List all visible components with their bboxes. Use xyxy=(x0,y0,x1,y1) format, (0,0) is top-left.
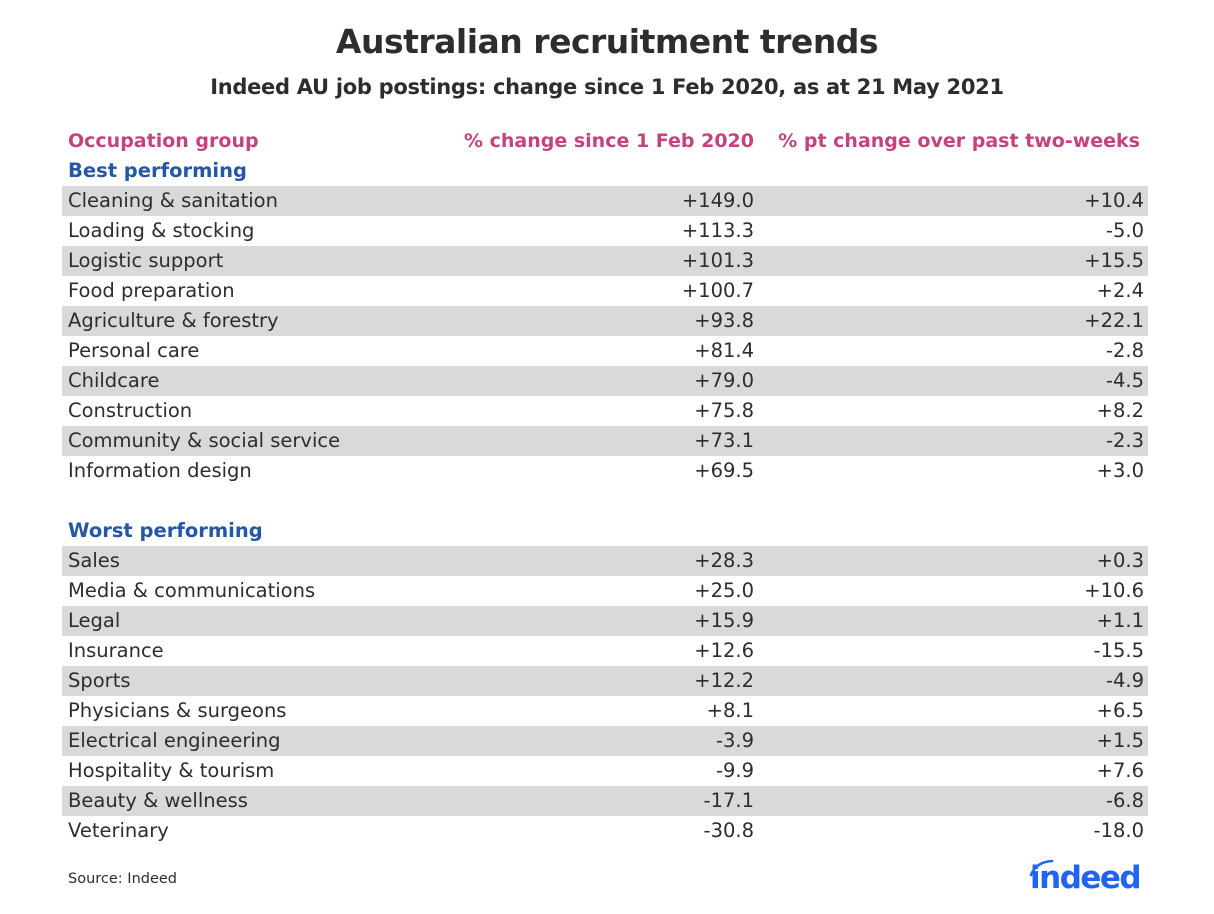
column-header-occupation: Occupation group xyxy=(68,130,259,152)
pt-change-two-weeks-value: -2.3 xyxy=(1105,429,1144,452)
pt-change-two-weeks-value: +22.1 xyxy=(1084,309,1144,332)
change-since-feb-value: +113.3 xyxy=(681,219,754,242)
pt-change-two-weeks-value: +2.4 xyxy=(1096,279,1144,302)
occupation-name: Community & social service xyxy=(68,429,341,452)
table-row: Community & social service +73.1 -2.3 xyxy=(62,426,1148,456)
table-row: Logistic support +101.3 +15.5 xyxy=(62,246,1148,276)
table-row: Sales +28.3 +0.3 xyxy=(62,546,1148,576)
column-header-change-since-feb: % change since 1 Feb 2020 xyxy=(463,130,754,152)
pt-change-two-weeks-value: +3.0 xyxy=(1096,459,1144,482)
pt-change-two-weeks-value: +8.2 xyxy=(1096,399,1144,422)
change-since-feb-value: +25.0 xyxy=(694,579,754,602)
occupation-name: Sales xyxy=(68,549,120,572)
occupation-name: Loading & stocking xyxy=(68,219,255,242)
table-row: Physicians & surgeons +8.1 +6.5 xyxy=(62,696,1148,726)
change-since-feb-value: +12.6 xyxy=(694,639,754,662)
change-since-feb-value: +93.8 xyxy=(694,309,754,332)
column-header-pt-change-two-weeks: % pt change over past two-weeks xyxy=(778,130,1140,152)
occupation-name: Physicians & surgeons xyxy=(68,699,287,722)
table-row: Hospitality & tourism -9.9 +7.6 xyxy=(62,756,1148,786)
occupation-name: Food preparation xyxy=(68,279,235,302)
occupation-name: Sports xyxy=(68,669,131,692)
change-since-feb-value: +12.2 xyxy=(694,669,754,692)
change-since-feb-value: -30.8 xyxy=(703,819,754,842)
pt-change-two-weeks-value: -5.0 xyxy=(1105,219,1144,242)
occupation-name: Media & communications xyxy=(68,579,316,602)
change-since-feb-value: -3.9 xyxy=(715,729,754,752)
change-since-feb-value: +81.4 xyxy=(694,339,754,362)
section-label: Best performing xyxy=(68,159,247,182)
change-since-feb-value: -9.9 xyxy=(715,759,754,782)
section-heading-worst: Worst performing xyxy=(62,516,1148,546)
table-row: Veterinary -30.8 -18.0 xyxy=(62,816,1148,846)
pt-change-two-weeks-value: -6.8 xyxy=(1105,789,1144,812)
occupation-name: Legal xyxy=(68,609,121,632)
source-note: Source: Indeed xyxy=(68,871,178,887)
change-since-feb-value: +28.3 xyxy=(694,549,754,572)
occupation-name: Childcare xyxy=(68,369,160,392)
table-row: Childcare +79.0 -4.5 xyxy=(62,366,1148,396)
change-since-feb-value: +75.8 xyxy=(694,399,754,422)
indeed-logo-text: indeed xyxy=(1030,860,1142,896)
change-since-feb-value: +69.5 xyxy=(694,459,754,482)
change-since-feb-value: -17.1 xyxy=(703,789,754,812)
section-label: Worst performing xyxy=(68,519,263,542)
pt-change-two-weeks-value: -4.5 xyxy=(1105,369,1144,392)
occupation-name: Construction xyxy=(68,399,193,422)
table-row: Loading & stocking +113.3 -5.0 xyxy=(62,216,1148,246)
chart-title: Australian recruitment trends xyxy=(335,22,879,61)
occupation-name: Agriculture & forestry xyxy=(68,309,279,332)
pt-change-two-weeks-value: +10.4 xyxy=(1084,189,1144,212)
occupation-name: Electrical engineering xyxy=(68,729,281,752)
pt-change-two-weeks-value: +1.1 xyxy=(1096,609,1144,632)
occupation-name: Hospitality & tourism xyxy=(68,759,275,782)
table-row: Legal +15.9 +1.1 xyxy=(62,606,1148,636)
pt-change-two-weeks-value: +0.3 xyxy=(1096,549,1144,572)
change-since-feb-value: +100.7 xyxy=(681,279,754,302)
change-since-feb-value: +15.9 xyxy=(694,609,754,632)
pt-change-two-weeks-value: +6.5 xyxy=(1096,699,1144,722)
occupation-name: Information design xyxy=(68,459,252,482)
occupation-name: Veterinary xyxy=(68,819,169,842)
pt-change-two-weeks-value: +15.5 xyxy=(1084,249,1144,272)
pt-change-two-weeks-value: -18.0 xyxy=(1093,819,1144,842)
change-since-feb-value: +73.1 xyxy=(694,429,754,452)
table-row: Sports +12.2 -4.9 xyxy=(62,666,1148,696)
table-row: Insurance +12.6 -15.5 xyxy=(62,636,1148,666)
pt-change-two-weeks-value: +10.6 xyxy=(1084,579,1144,602)
table-row: Information design +69.5 +3.0 xyxy=(62,456,1148,486)
table-row: Media & communications +25.0 +10.6 xyxy=(62,576,1148,606)
change-since-feb-value: +8.1 xyxy=(706,699,754,722)
table-row: Construction +75.8 +8.2 xyxy=(62,396,1148,426)
recruitment-table: Occupation group % change since 1 Feb 20… xyxy=(62,126,1148,846)
occupation-name: Logistic support xyxy=(68,249,224,272)
table-row: Beauty & wellness -17.1 -6.8 xyxy=(62,786,1148,816)
table-row: Personal care +81.4 -2.8 xyxy=(62,336,1148,366)
change-since-feb-value: +149.0 xyxy=(681,189,754,212)
pt-change-two-weeks-value: -2.8 xyxy=(1105,339,1144,362)
indeed-logo: indeed xyxy=(1026,858,1148,898)
occupation-name: Personal care xyxy=(68,339,200,362)
table-row: Electrical engineering -3.9 +1.5 xyxy=(62,726,1148,756)
pt-change-two-weeks-value: +7.6 xyxy=(1096,759,1144,782)
change-since-feb-value: +101.3 xyxy=(681,249,754,272)
table-row: Cleaning & sanitation +149.0 +10.4 xyxy=(62,186,1148,216)
section-heading-best: Best performing xyxy=(62,156,1148,186)
pt-change-two-weeks-value: -15.5 xyxy=(1093,639,1144,662)
occupation-name: Insurance xyxy=(68,639,164,662)
pt-change-two-weeks-value: -4.9 xyxy=(1105,669,1144,692)
table-header-row: Occupation group % change since 1 Feb 20… xyxy=(62,126,1148,156)
table-row: Agriculture & forestry +93.8 +22.1 xyxy=(62,306,1148,336)
pt-change-two-weeks-value: +1.5 xyxy=(1096,729,1144,752)
occupation-name: Beauty & wellness xyxy=(68,789,248,812)
table-row: Food preparation +100.7 +2.4 xyxy=(62,276,1148,306)
chart-subtitle: Indeed AU job postings: change since 1 F… xyxy=(210,75,1004,99)
occupation-name: Cleaning & sanitation xyxy=(68,189,278,212)
change-since-feb-value: +79.0 xyxy=(694,369,754,392)
